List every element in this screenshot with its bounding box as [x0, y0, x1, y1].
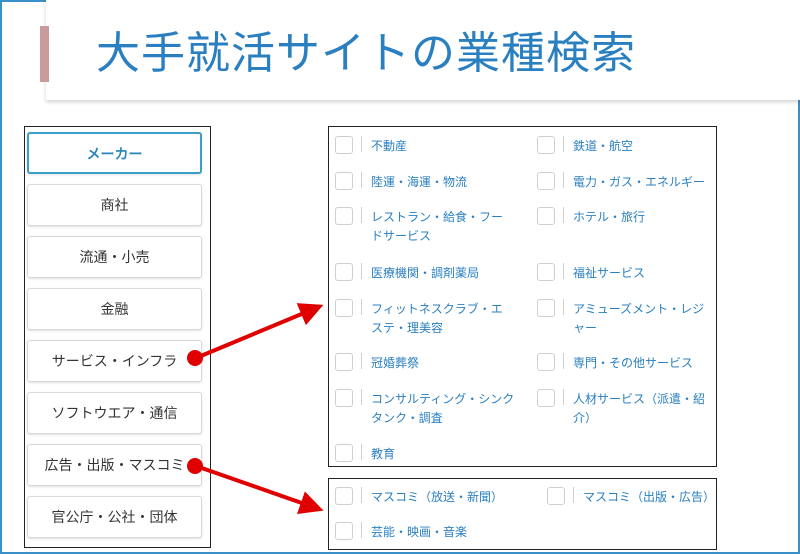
category-button-service-infra[interactable]: サービス・インフラ	[27, 340, 202, 382]
industry-category-sidebar: メーカー 商社 流通・小売 金融 サービス・インフラ ソフトウエア・通信 広告・…	[24, 126, 211, 548]
checkbox[interactable]	[335, 263, 353, 281]
checkbox[interactable]	[335, 353, 353, 371]
category-button-ad-media[interactable]: 広告・出版・マスコミ	[27, 444, 202, 486]
checkbox[interactable]	[537, 389, 555, 407]
checkbox[interactable]	[537, 207, 555, 225]
option-label: 芸能・映画・音楽	[371, 525, 468, 539]
divider	[361, 299, 362, 315]
divider	[361, 207, 362, 223]
option-label: ホテル・旅行	[573, 210, 646, 224]
ad-media-options-panel: マスコミ（放送・新聞） マスコミ（出版・広告） 芸能・映画・音楽	[328, 478, 717, 550]
option-label: コンサルティング・シンクタンク・調査	[371, 392, 515, 425]
checkbox[interactable]	[335, 207, 353, 225]
option-label: 鉄道・航空	[573, 139, 634, 153]
divider	[361, 136, 362, 152]
option-label: 福祉サービス	[573, 266, 646, 280]
divider	[563, 389, 564, 405]
checkbox[interactable]	[335, 299, 353, 317]
divider	[563, 207, 564, 223]
divider	[563, 136, 564, 152]
category-button-finance[interactable]: 金融	[27, 288, 202, 330]
divider	[563, 172, 564, 188]
category-button-public[interactable]: 官公庁・公社・団体	[27, 496, 202, 538]
option-label: マスコミ（出版・広告）	[583, 490, 716, 504]
divider	[563, 299, 564, 315]
checkbox[interactable]	[537, 263, 555, 281]
checkbox[interactable]	[537, 172, 555, 190]
divider	[361, 522, 362, 538]
divider	[361, 263, 362, 279]
option-label: 人材サービス（派遣・紹介）	[573, 392, 706, 425]
option-label: 不動産	[371, 139, 408, 153]
checkbox[interactable]	[537, 353, 555, 371]
category-button-maker[interactable]: メーカー	[27, 132, 202, 174]
category-button-trading[interactable]: 商社	[27, 184, 202, 226]
divider	[361, 389, 362, 405]
option-label: 冠婚葬祭	[371, 356, 420, 370]
divider	[361, 487, 362, 503]
option-label: 電力・ガス・エネルギー	[573, 175, 706, 189]
option-label: アミューズメント・レジャー	[573, 302, 705, 335]
divider	[563, 353, 564, 369]
option-label: 教育	[371, 447, 396, 461]
checkbox[interactable]	[537, 136, 555, 154]
category-button-software[interactable]: ソフトウエア・通信	[27, 392, 202, 434]
option-label: 専門・その他サービス	[573, 356, 694, 370]
divider	[361, 444, 362, 460]
divider	[361, 172, 362, 188]
checkbox[interactable]	[335, 487, 353, 505]
option-label: 陸運・海運・物流	[371, 175, 468, 189]
checkbox[interactable]	[547, 487, 565, 505]
checkbox[interactable]	[335, 136, 353, 154]
checkbox[interactable]	[537, 299, 555, 317]
divider	[361, 353, 362, 369]
checkbox[interactable]	[335, 522, 353, 540]
title-accent-bar	[40, 26, 49, 82]
checkbox[interactable]	[335, 444, 353, 462]
checkbox[interactable]	[335, 389, 353, 407]
checkbox[interactable]	[335, 172, 353, 190]
option-label: マスコミ（放送・新聞）	[371, 490, 504, 504]
category-button-retail[interactable]: 流通・小売	[27, 236, 202, 278]
annotation-dot-media	[187, 458, 203, 474]
divider	[573, 487, 574, 503]
option-label: レストラン・給食・フードサービス	[371, 210, 504, 243]
slide-title: 大手就活サイトの業種検索	[96, 28, 636, 79]
option-label: 医療機関・調剤薬局	[371, 266, 480, 280]
option-label: フィットネスクラブ・エステ・理美容	[371, 302, 503, 335]
annotation-dot-service	[187, 350, 203, 366]
divider	[563, 263, 564, 279]
service-infra-options-panel: 不動産 鉄道・航空 陸運・海運・物流 電力・ガス・エネルギー レストラン・給食・…	[328, 126, 717, 467]
